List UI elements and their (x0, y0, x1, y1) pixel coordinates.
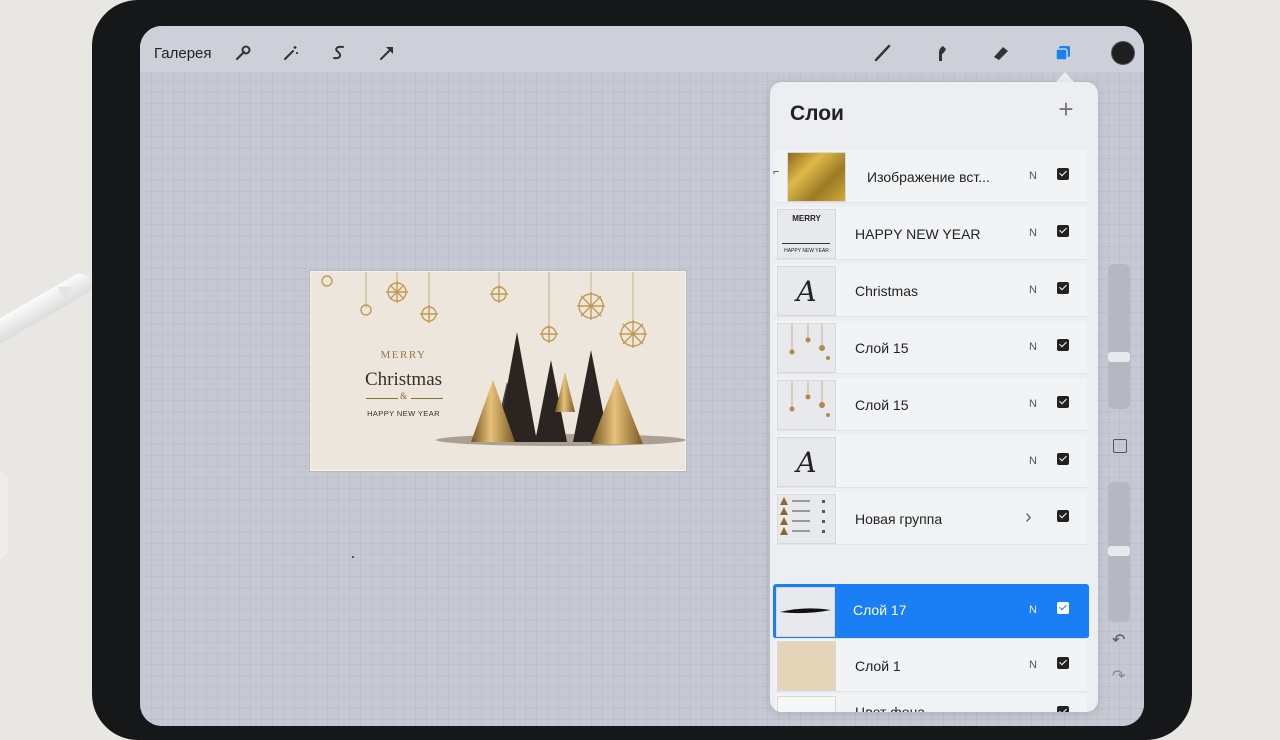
layer-row[interactable]: Слой 15 N (775, 321, 1087, 374)
text-layer-glyph: A (796, 446, 817, 479)
top-toolbar: Галерея (140, 26, 1144, 72)
artwork[interactable]: MERRY Christmas & HAPPY NEW YEAR (310, 271, 686, 471)
layer-thumbnail-gold (787, 152, 846, 202)
layer-thumbnail-text: MERRY HAPPY NEW YEAR (777, 209, 836, 259)
layer-row[interactable]: MERRY HAPPY NEW YEAR HAPPY NEW YEAR N (775, 207, 1087, 260)
blend-mode[interactable]: N (1029, 659, 1037, 671)
layer-name: Цвет фона (855, 704, 926, 712)
hand-finger (0, 470, 8, 560)
opacity-knob[interactable] (1108, 546, 1130, 556)
layer-name: HAPPY NEW YEAR (855, 226, 981, 242)
layer-name: Слой 17 (853, 602, 907, 618)
artwork-merry-text: MERRY (380, 349, 427, 361)
layer-name: Изображение вст... (867, 169, 990, 185)
visibility-checkbox[interactable] (1057, 396, 1069, 408)
visibility-checkbox[interactable] (1057, 602, 1069, 614)
brush-icon[interactable] (870, 40, 896, 66)
wrench-icon[interactable] (230, 40, 256, 66)
layer-row[interactable]: Слой 1 N (775, 639, 1087, 692)
text-layer-glyph: A (796, 275, 817, 308)
visibility-checkbox[interactable] (1057, 168, 1069, 180)
blend-mode[interactable]: N (1029, 455, 1037, 467)
layer-row[interactable]: A N (775, 435, 1087, 488)
brush-size-knob[interactable] (1108, 352, 1130, 362)
apple-pencil (0, 269, 96, 354)
chevron-right-icon[interactable]: › (1025, 506, 1032, 529)
blend-mode[interactable]: N (1029, 398, 1037, 410)
plus-icon[interactable]: + (1054, 96, 1078, 122)
blend-mode[interactable]: N (1029, 341, 1037, 353)
layer-thumbnail-white (777, 696, 836, 712)
visibility-checkbox[interactable] (1057, 225, 1069, 237)
layer-thumbnail-glyph: A (777, 437, 836, 487)
layers-panel-pointer (1056, 72, 1074, 82)
visibility-checkbox[interactable] (1057, 339, 1069, 351)
magic-wand-icon[interactable] (278, 40, 304, 66)
color-swatch[interactable] (1110, 40, 1136, 66)
procreate-screen: Галерея MERRY Christmas & HAPPY NEW YEAR… (140, 26, 1144, 726)
brush-size-slider[interactable] (1108, 264, 1130, 409)
visibility-checkbox[interactable] (1057, 706, 1069, 712)
layers-icon[interactable] (1050, 40, 1076, 66)
layer-row[interactable]: ⌐ Изображение вст... N (773, 150, 1087, 203)
clipping-mask-icon: ⌐ (773, 166, 780, 178)
artwork-ampersand: & (399, 391, 407, 401)
blend-mode[interactable]: N (1029, 227, 1037, 239)
layer-row[interactable]: A Christmas N (775, 264, 1087, 317)
layer-row-selected[interactable]: Слой 17 N (773, 584, 1089, 639)
thumb-merry-text: MERRY (792, 214, 821, 223)
layer-thumbnail-group (777, 494, 836, 544)
layer-name: Christmas (855, 283, 919, 299)
modify-button[interactable] (1113, 439, 1127, 453)
layer-thumbnail-stroke (776, 587, 835, 637)
layer-row[interactable]: Слой 15 N (775, 378, 1087, 431)
layer-name: Слой 15 (855, 397, 909, 413)
artwork-christmas-text: Christmas (364, 369, 443, 390)
eraser-icon[interactable] (988, 40, 1014, 66)
selection-icon[interactable] (326, 40, 352, 66)
redo-icon[interactable]: ↷ (1112, 666, 1125, 686)
canvas-speck (352, 556, 354, 558)
thumb-happy-text: HAPPY NEW YEAR (784, 248, 829, 254)
layer-thumbnail-glyph: A (777, 266, 836, 316)
layer-name: Слой 1 (855, 658, 901, 674)
blend-mode[interactable]: N (1029, 170, 1037, 182)
side-bar: ↶ ↷ (1102, 264, 1136, 694)
transform-arrow-icon[interactable] (374, 40, 400, 66)
visibility-checkbox[interactable] (1057, 657, 1069, 669)
layer-name: Слой 15 (855, 340, 909, 356)
gallery-button[interactable]: Галерея (154, 45, 212, 62)
thumb-divider (782, 243, 830, 244)
smudge-icon[interactable] (928, 40, 954, 66)
undo-icon[interactable]: ↶ (1112, 630, 1125, 650)
layer-thumbnail-beige (777, 641, 836, 691)
layer-thumbnail-ornaments (777, 323, 836, 373)
blend-mode[interactable]: N (1029, 604, 1037, 616)
layers-panel: Слои + ⌐ Изображение вст... N MERRY HAPP… (770, 82, 1098, 712)
layer-row[interactable]: Цвет фона (775, 694, 1087, 712)
layer-thumbnail-ornaments (777, 380, 836, 430)
artwork-happy-text: HAPPY NEW YEAR (367, 409, 440, 418)
visibility-checkbox[interactable] (1057, 510, 1069, 522)
blend-mode[interactable]: N (1029, 284, 1037, 296)
layer-name: Новая группа (855, 511, 943, 527)
layer-group-row[interactable]: Новая группа › (775, 492, 1087, 545)
visibility-checkbox[interactable] (1057, 453, 1069, 465)
layers-title: Слои (790, 102, 844, 125)
visibility-checkbox[interactable] (1057, 282, 1069, 294)
artwork-divider-right (411, 398, 443, 399)
